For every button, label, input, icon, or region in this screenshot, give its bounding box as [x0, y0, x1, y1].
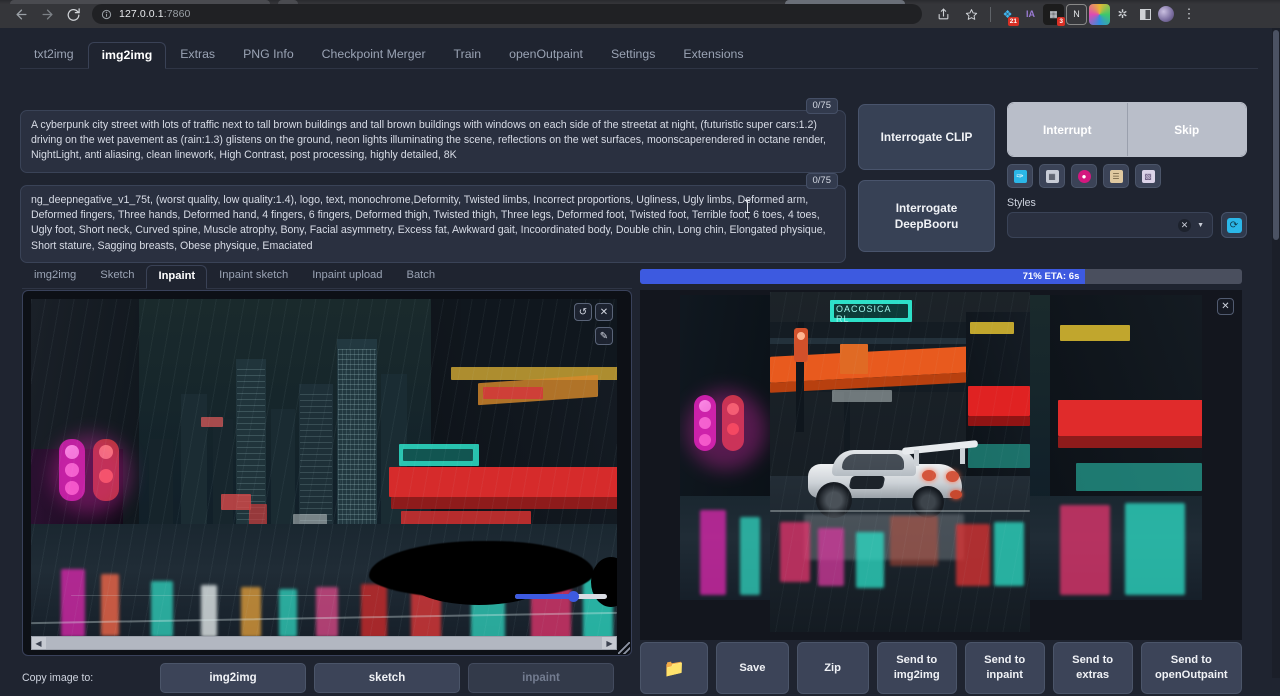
- styles-label: Styles: [1007, 197, 1036, 209]
- inpaint-canvas-image[interactable]: ↺ ✕ ✎: [31, 299, 617, 640]
- kebab-menu-icon[interactable]: ⋮: [1176, 1, 1202, 27]
- close-icon[interactable]: ✕: [1217, 298, 1234, 315]
- share-icon[interactable]: [930, 1, 956, 27]
- zip-button[interactable]: Zip: [797, 642, 869, 694]
- extension-notion-icon[interactable]: N: [1066, 4, 1087, 25]
- extension-ia-icon[interactable]: IA: [1020, 4, 1041, 25]
- negative-prompt-area: 0/75 ng_deepnegative_v1_75t, (worst qual…: [20, 185, 846, 251]
- tab-settings[interactable]: Settings: [597, 41, 669, 68]
- skip-button[interactable]: Skip: [1128, 103, 1247, 156]
- extension-colorful-icon[interactable]: [1089, 4, 1110, 25]
- extension-badge-count: 21: [1008, 17, 1019, 26]
- tab-txt2img[interactable]: txt2img: [20, 41, 88, 68]
- toolbar-divider: [990, 7, 991, 22]
- back-arrow-icon[interactable]: [8, 1, 34, 27]
- open-folder-button[interactable]: 📁: [640, 642, 708, 694]
- address-bar[interactable]: 127.0.0.1:7860: [92, 4, 922, 24]
- browser-tab-ghost-2[interactable]: [278, 0, 298, 4]
- tab-extensions[interactable]: Extensions: [669, 41, 757, 68]
- generation-progress-bar: 71% ETA: 6s: [640, 269, 1242, 284]
- copy-to-inpaint-button[interactable]: inpaint: [468, 663, 614, 693]
- send-to-extras-button[interactable]: Send to extras: [1053, 642, 1133, 694]
- send-to-inpaint-button[interactable]: Send to inpaint: [965, 642, 1045, 694]
- webui-page: txt2img img2img Extras PNG Info Checkpoi…: [0, 28, 1280, 678]
- extension-puzzle-icon[interactable]: ✲: [1112, 4, 1133, 25]
- scrollbar-thumb[interactable]: [46, 637, 602, 649]
- site-info-icon[interactable]: [101, 9, 112, 20]
- paste-prompt-icon[interactable]: ☰: [1103, 164, 1129, 188]
- prompt-area: 0/75 A cyberpunk city street with lots o…: [20, 110, 846, 168]
- sub-tab-img2img[interactable]: img2img: [22, 264, 88, 288]
- browser-tab-active-ghost[interactable]: [785, 0, 905, 4]
- send-to-openoutpaint-button[interactable]: Send to openOutpaint: [1141, 642, 1242, 694]
- send-to-img2img-button[interactable]: Send to img2img: [877, 642, 957, 694]
- apply-style-icon[interactable]: ●: [1071, 164, 1097, 188]
- browser-actions: ❖ 21 IA ▦ 3 N ✲ ⋮: [930, 1, 1206, 27]
- brush-icon[interactable]: ✎: [595, 327, 613, 345]
- prompt-input[interactable]: A cyberpunk city street with lots of tra…: [20, 110, 846, 173]
- sub-tab-sketch[interactable]: Sketch: [88, 264, 146, 288]
- star-icon[interactable]: [958, 1, 984, 27]
- interrogate-clip-button[interactable]: Interrogate CLIP: [858, 104, 995, 170]
- scroll-left-arrow-icon[interactable]: ◀: [32, 639, 45, 648]
- browser-toolbar: 127.0.0.1:7860 ❖ 21 IA ▦ 3 N ✲ ⋮: [0, 0, 1280, 28]
- copy-image-label: Copy image to:: [22, 672, 160, 684]
- reload-icon[interactable]: [60, 1, 86, 27]
- output-actions: 📁 Save Zip Send to img2img Send to inpai…: [640, 642, 1242, 694]
- url-text: 127.0.0.1:7860: [119, 8, 190, 20]
- extension-square-icon[interactable]: [1135, 4, 1156, 25]
- copy-to-sketch-button[interactable]: sketch: [314, 663, 460, 693]
- cyberpunk-street-image: [31, 299, 617, 640]
- styles-dropdown[interactable]: ✕ ▼: [1007, 212, 1213, 238]
- result-gallery[interactable]: OACOSICA RL: [640, 290, 1242, 640]
- generation-controls: Interrupt Skip: [1007, 102, 1247, 157]
- main-tab-bar: txt2img img2img Extras PNG Info Checkpoi…: [20, 41, 1258, 69]
- tab-png-info[interactable]: PNG Info: [229, 41, 308, 68]
- interrupt-button[interactable]: Interrupt: [1008, 103, 1128, 156]
- sub-tab-inpaint-upload[interactable]: Inpaint upload: [300, 264, 394, 288]
- tab-extras[interactable]: Extras: [166, 41, 229, 68]
- extension-screen-icon[interactable]: ▦ 3: [1043, 4, 1064, 25]
- page-scrollbar-thumb[interactable]: [1273, 30, 1279, 240]
- tab-checkpoint-merger[interactable]: Checkpoint Merger: [308, 41, 440, 68]
- chevron-down-icon[interactable]: ▼: [1197, 222, 1204, 229]
- prompt-token-counter: 0/75: [806, 98, 839, 114]
- forward-arrow-icon[interactable]: [34, 1, 60, 27]
- clear-prompt-icon[interactable]: ▦: [1039, 164, 1065, 188]
- page-scrollbar[interactable]: [1272, 28, 1280, 678]
- progress-label: 71% ETA: 6s: [640, 269, 1085, 284]
- text-cursor: [747, 200, 748, 213]
- canvas-horizontal-scrollbar[interactable]: ◀ ▶: [31, 636, 617, 650]
- result-image[interactable]: OACOSICA RL: [770, 292, 1030, 632]
- tab-img2img[interactable]: img2img: [88, 42, 167, 69]
- sub-tab-inpaint[interactable]: Inpaint: [146, 265, 207, 289]
- sub-tab-batch[interactable]: Batch: [395, 264, 448, 288]
- scroll-right-arrow-icon[interactable]: ▶: [603, 639, 616, 648]
- extension-screen-badge-count: 3: [1057, 17, 1065, 26]
- extension-badge-blue-icon[interactable]: ❖ 21: [997, 4, 1018, 25]
- interrogate-deepbooru-button[interactable]: Interrogate DeepBooru: [858, 180, 995, 252]
- refresh-icon[interactable]: ⟳: [1221, 212, 1247, 238]
- resize-grip-icon[interactable]: [618, 642, 630, 654]
- browser-tab-ghost-1[interactable]: [10, 0, 270, 4]
- clear-canvas-icon[interactable]: ✕: [595, 303, 613, 321]
- undo-icon[interactable]: ↺: [574, 303, 592, 321]
- sub-tab-inpaint-sketch[interactable]: Inpaint sketch: [207, 264, 300, 288]
- copy-image-row: Copy image to: img2img sketch inpaint: [22, 660, 632, 696]
- extension-globe-icon[interactable]: [1158, 6, 1174, 22]
- save-style-icon[interactable]: ▧: [1135, 164, 1161, 188]
- brush-size-slider[interactable]: [515, 592, 607, 601]
- restore-progress-icon[interactable]: ✑: [1007, 164, 1033, 188]
- save-button[interactable]: Save: [716, 642, 788, 694]
- img2img-sub-tab-bar: img2img Sketch Inpaint Inpaint sketch In…: [22, 265, 632, 289]
- clear-icon[interactable]: ✕: [1178, 219, 1191, 232]
- tab-train[interactable]: Train: [440, 41, 496, 68]
- prompt-tool-icons: ✑ ▦ ● ☰ ▧: [1007, 164, 1161, 188]
- copy-to-img2img-button[interactable]: img2img: [160, 663, 306, 693]
- inpaint-canvas-panel: ↺ ✕ ✎ ◀ ▶: [22, 290, 632, 656]
- folder-icon: 📁: [664, 661, 685, 676]
- negative-prompt-token-counter: 0/75: [806, 173, 839, 189]
- negative-prompt-input[interactable]: ng_deepnegative_v1_75t, (worst quality, …: [20, 185, 846, 263]
- tab-openoutpaint[interactable]: openOutpaint: [495, 41, 597, 68]
